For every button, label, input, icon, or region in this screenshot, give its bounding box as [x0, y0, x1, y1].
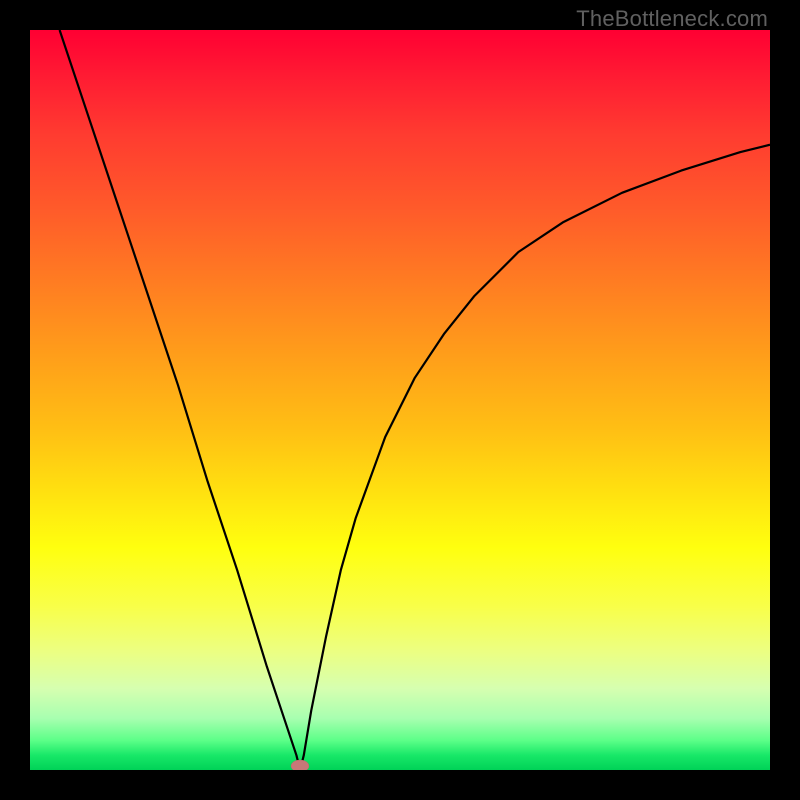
- bottleneck-curve: [30, 30, 770, 770]
- watermark: TheBottleneck.com: [576, 6, 768, 32]
- chart-frame: TheBottleneck.com: [0, 0, 800, 800]
- plot-area: [30, 30, 770, 770]
- min-marker: [291, 760, 309, 770]
- curve-path: [60, 30, 770, 770]
